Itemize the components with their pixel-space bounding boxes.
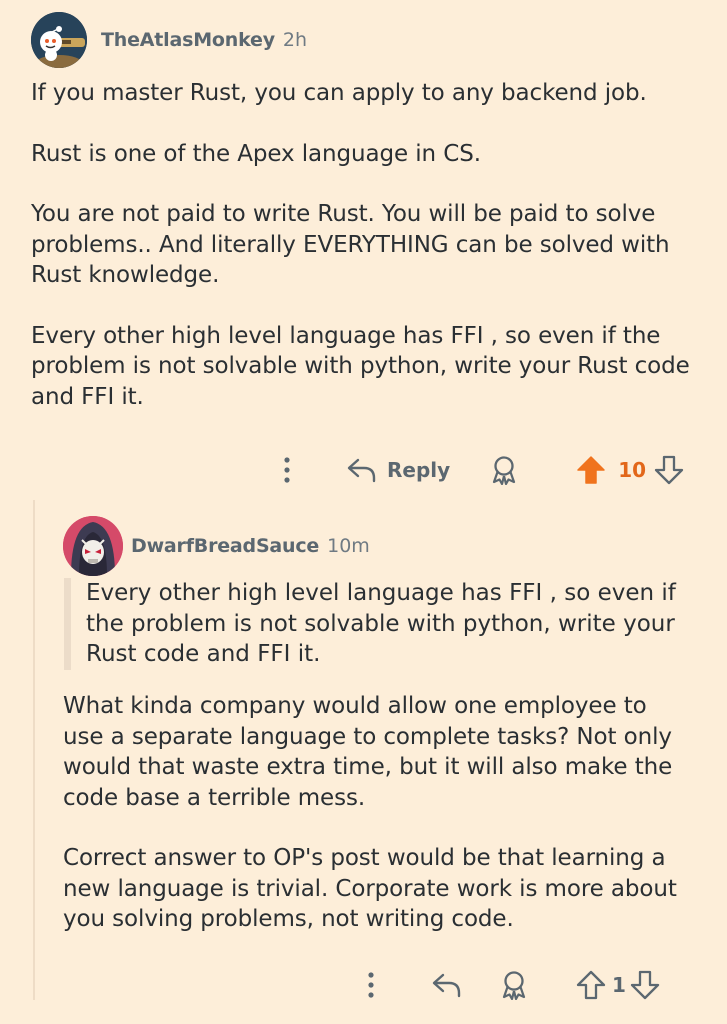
comment-paragraph: If you master Rust, you can apply to any…	[31, 80, 647, 106]
vote-score: 1	[612, 973, 626, 997]
comment-body: If you master Rust, you can apply to any…	[31, 78, 711, 442]
downvote-button[interactable]	[654, 455, 684, 485]
reply-button[interactable]	[432, 972, 462, 998]
reply-arrow-icon	[432, 973, 461, 998]
reply-arrow-icon	[347, 458, 376, 483]
timestamp: 2h	[282, 29, 308, 51]
more-vertical-icon	[284, 457, 290, 483]
more-vertical-icon	[368, 972, 374, 998]
award-icon	[493, 456, 516, 485]
downvote-icon	[630, 970, 660, 1000]
upvote-button[interactable]	[576, 455, 606, 485]
more-options-button[interactable]	[360, 972, 382, 998]
comment-paragraph: You are not paid to write Rust. You will…	[31, 201, 670, 288]
user-avatar[interactable]	[63, 516, 123, 576]
quoted-text: Every other high level language has FFI …	[86, 580, 676, 667]
comment-header: DwarfBreadSauce 10m	[63, 516, 370, 576]
comment-paragraph: Every other high level language has FFI …	[31, 322, 690, 410]
comment-header: TheAtlasMonkey 2h	[31, 12, 307, 68]
award-button[interactable]	[500, 970, 528, 1000]
snoo-avatar-icon	[31, 12, 87, 68]
upvote-button[interactable]	[576, 970, 606, 1000]
thread-line[interactable]	[33, 500, 35, 1000]
comment-paragraph: Rust is one of the Apex language in CS.	[31, 140, 481, 167]
quote-block: Every other high level language has FFI …	[64, 578, 686, 670]
username[interactable]: DwarfBreadSauce	[131, 535, 319, 557]
comment-actions: 1	[360, 965, 660, 1005]
vote-score: 10	[618, 458, 647, 482]
upvote-outline-icon	[576, 970, 606, 1000]
award-button[interactable]	[490, 455, 518, 485]
username[interactable]: TheAtlasMonkey	[101, 29, 275, 51]
reply-button[interactable]: Reply	[347, 457, 450, 483]
comment-body: What kinda company would allow one emplo…	[63, 691, 688, 965]
award-icon	[502, 971, 526, 1000]
comment-actions: Reply 10	[276, 450, 684, 490]
downvote-button[interactable]	[630, 970, 660, 1000]
hooded-skull-avatar-icon	[63, 516, 123, 576]
more-options-button[interactable]	[276, 457, 298, 483]
comment-paragraph: What kinda company would allow one emplo…	[63, 693, 673, 811]
downvote-icon	[654, 455, 684, 485]
reply-label: Reply	[387, 458, 451, 482]
timestamp: 10m	[327, 535, 370, 557]
comment-paragraph: Correct answer to OP's post would be tha…	[63, 845, 677, 932]
user-avatar[interactable]	[31, 12, 87, 68]
upvote-filled-icon	[577, 456, 605, 484]
